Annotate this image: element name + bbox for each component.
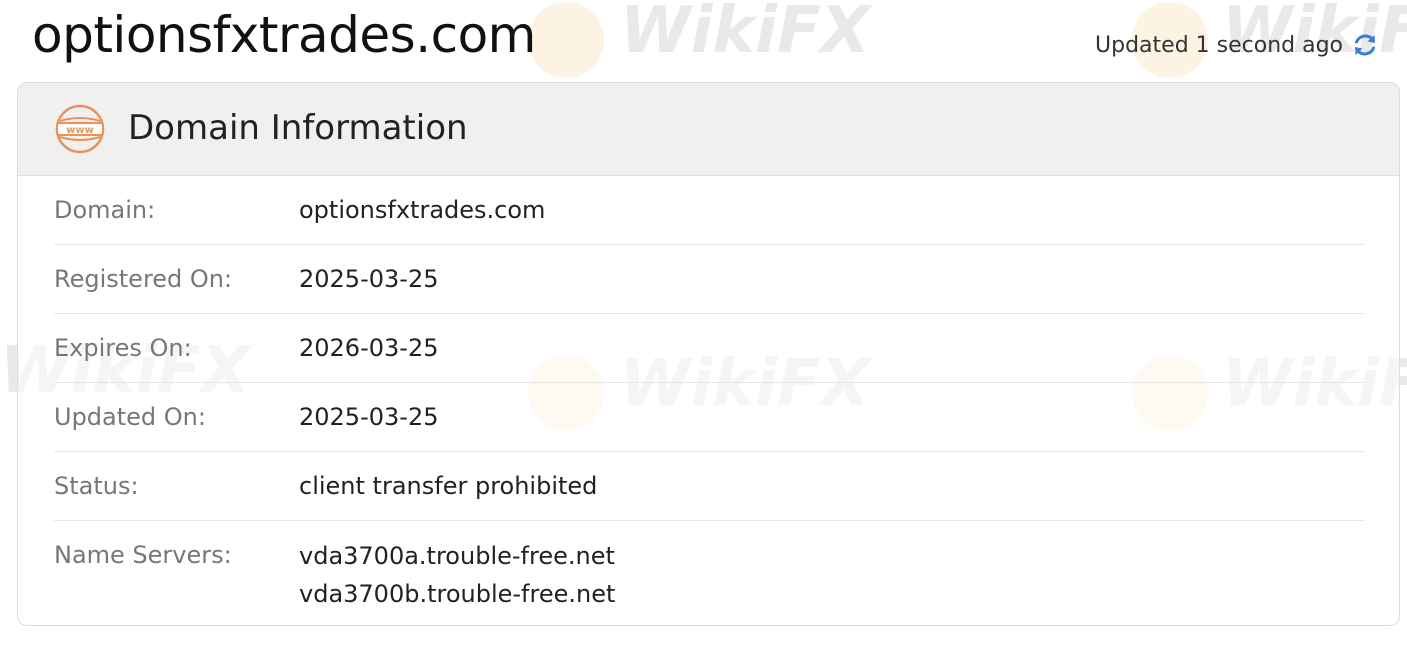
name-server-list: vda3700a.trouble-free.net vda3700b.troub… [299,537,615,613]
name-server-item: vda3700a.trouble-free.net [299,542,615,570]
row-label: Updated On: [54,403,206,431]
site-title: optionsfxtrades.com [32,6,536,64]
info-row-domain: Domain: optionsfxtrades.com [54,176,1364,245]
domain-info-table: Domain: optionsfxtrades.com Registered O… [54,176,1364,625]
refresh-icon[interactable] [1351,31,1379,59]
row-label: Expires On: [54,334,192,362]
row-label: Domain: [54,196,156,224]
card-title: Domain Information [128,108,468,148]
row-value: optionsfxtrades.com [299,196,546,224]
www-globe-icon: www [54,103,106,155]
info-row-registered-on: Registered On: 2025-03-25 [54,245,1364,314]
updated-text: Updated 1 second ago [1095,32,1343,58]
name-server-item: vda3700b.trouble-free.net [299,580,616,608]
row-label: Status: [54,472,139,500]
page-header: optionsfxtrades.com Updated 1 second ago [0,0,1407,80]
row-value: client transfer prohibited [299,472,598,500]
info-row-name-servers: Name Servers: vda3700a.trouble-free.net … [54,521,1364,625]
updated-status: Updated 1 second ago [1095,28,1379,62]
page: WikiFX WikiFX WikiFX WikiFX WikiFX optio… [0,0,1407,646]
info-row-updated-on: Updated On: 2025-03-25 [54,383,1364,452]
info-row-status: Status: client transfer prohibited [54,452,1364,521]
row-label: Registered On: [54,265,233,293]
svg-text:www: www [66,125,94,136]
row-value: 2025-03-25 [299,265,439,293]
info-row-expires-on: Expires On: 2026-03-25 [54,314,1364,383]
card-header: www Domain Information [18,83,1399,176]
row-label: Name Servers: [54,541,232,569]
domain-information-card: www Domain Information Domain: optionsfx… [17,82,1400,626]
row-value: 2026-03-25 [299,334,439,362]
row-value: 2025-03-25 [299,403,439,431]
